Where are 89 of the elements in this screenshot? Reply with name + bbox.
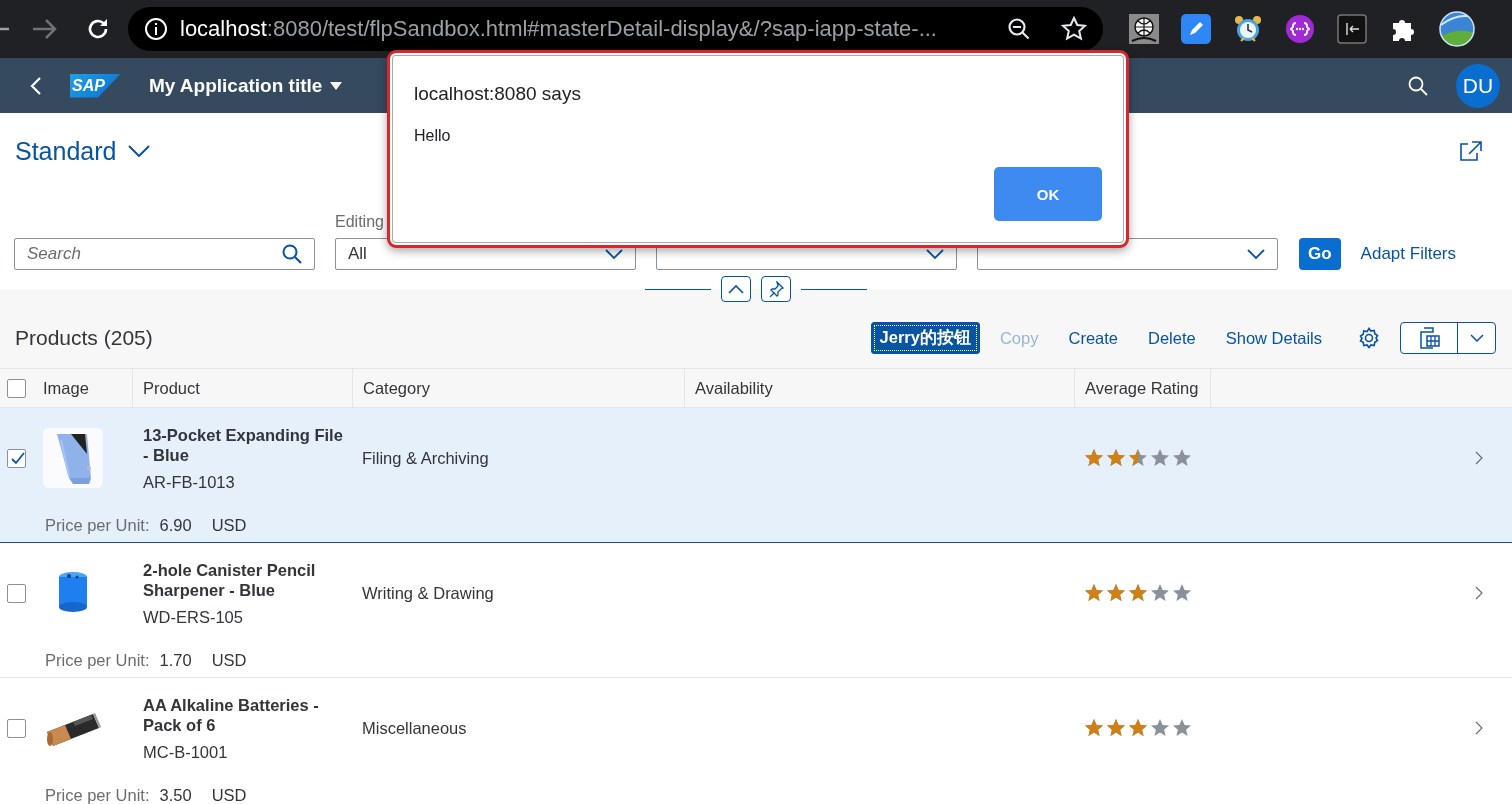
price-label: Price per Unit: (45, 515, 150, 535)
product-name: 13-Pocket Expanding File - Blue (143, 424, 343, 465)
toolbar-button[interactable]: Create (1058, 322, 1128, 354)
product-id: WD-ERS-105 (143, 607, 243, 627)
dialog-message: Hello (414, 127, 452, 145)
variant-selector[interactable]: Standard (15, 136, 151, 166)
pencil-icon[interactable] (1181, 14, 1211, 44)
column-header[interactable]: Category (363, 378, 430, 398)
globe-icon[interactable] (1129, 14, 1159, 44)
collapse-button[interactable] (721, 276, 751, 302)
dialog-title: localhost:8080 says (414, 83, 582, 105)
code-braces-icon[interactable] (1285, 14, 1315, 44)
product-name: 2-hole Canister Pencil Sharpener - Blue (143, 559, 317, 600)
search-icon[interactable] (1408, 75, 1428, 96)
chevron-down-icon (1469, 334, 1484, 342)
alarm-clock-icon[interactable] (1233, 14, 1263, 44)
reload-icon[interactable] (86, 17, 110, 41)
pin-button[interactable] (761, 276, 791, 302)
column-header[interactable]: Availability (695, 378, 773, 398)
field-label: Editing (335, 213, 385, 232)
currency: USD (211, 515, 247, 535)
currency: USD (211, 785, 247, 804)
search-field[interactable]: Search (14, 238, 315, 270)
terminal-icon[interactable] (1337, 14, 1367, 44)
price-value: 1.70 (159, 650, 192, 670)
chevron-down-icon (926, 249, 944, 259)
toolbar-button[interactable]: Jerry的按钮 (870, 322, 980, 354)
chevron-up-icon (728, 284, 744, 294)
chevron-down-icon (605, 249, 623, 259)
price-label: Price per Unit: (45, 785, 150, 804)
table-cell: Filing & Archiving (362, 448, 489, 468)
product-name: AA Alkaline Batteries - Pack of 6 (143, 694, 320, 735)
toolbar-button[interactable]: Delete (1138, 322, 1206, 354)
zoom-out-icon[interactable] (1007, 17, 1031, 41)
star-icon (1150, 583, 1170, 603)
adapt-filters-link[interactable]: Adapt Filters (1360, 238, 1457, 270)
share-icon[interactable] (1460, 141, 1482, 161)
price-value: 6.90 (159, 515, 192, 535)
chevron-down-icon (1247, 249, 1265, 259)
star-icon (1084, 718, 1104, 738)
star-icon (1106, 448, 1126, 468)
chevron-right-icon[interactable] (1475, 586, 1483, 600)
check-icon (8, 450, 25, 466)
bookmark-star-icon[interactable] (1061, 16, 1087, 42)
star-icon (1172, 583, 1192, 603)
table-cell: Miscellaneous (362, 718, 467, 738)
column-header[interactable]: Product (143, 378, 200, 398)
settings-icon[interactable] (1358, 327, 1380, 349)
select-all-checkbox[interactable] (7, 378, 26, 398)
currency: USD (211, 650, 247, 670)
sap-logo[interactable]: SAP (70, 73, 121, 98)
info-icon[interactable] (144, 17, 168, 41)
product-id: MC-B-1001 (143, 742, 228, 762)
star-icon (1084, 448, 1104, 468)
column-header[interactable]: Image (43, 378, 89, 398)
forward-arrow-icon[interactable] (32, 18, 58, 40)
price-label: Price per Unit: (45, 650, 150, 670)
app-title-menu[interactable]: My Application title (148, 74, 343, 97)
row-checkbox[interactable] (7, 448, 26, 468)
spreadsheet-icon (1418, 327, 1440, 349)
table-title: Products (205) (15, 326, 154, 350)
search-icon[interactable] (282, 244, 302, 264)
star-icon (1106, 583, 1126, 603)
back-icon[interactable] (30, 75, 42, 96)
pin-icon (768, 281, 784, 297)
star-icon (1084, 583, 1104, 603)
star-icon (1128, 583, 1148, 603)
star-icon (1172, 448, 1192, 468)
product-id: AR-FB-1013 (143, 472, 235, 492)
star-icon (1106, 718, 1126, 738)
chevron-down-icon (128, 145, 151, 157)
column-header[interactable]: Average Rating (1085, 378, 1199, 398)
user-avatar[interactable]: DU (1456, 63, 1500, 108)
star-icon (1128, 448, 1148, 468)
star-icon (1128, 718, 1148, 738)
row-checkbox[interactable] (7, 583, 26, 603)
toolbar-button[interactable]: Show Details (1215, 322, 1332, 354)
star-icon (1150, 448, 1170, 468)
chevron-right-icon[interactable] (1475, 721, 1483, 735)
export-split-button[interactable] (1400, 322, 1496, 354)
star-icon (1172, 718, 1192, 738)
table-cell: Writing & Drawing (362, 583, 494, 603)
profile-avatar[interactable] (1439, 11, 1475, 47)
go-button[interactable]: Go (1299, 238, 1341, 270)
caret-icon (330, 81, 343, 90)
price-value: 3.50 (159, 785, 192, 804)
star-icon (1150, 718, 1170, 738)
chevron-right-icon[interactable] (1475, 451, 1483, 465)
row-checkbox[interactable] (7, 718, 26, 738)
